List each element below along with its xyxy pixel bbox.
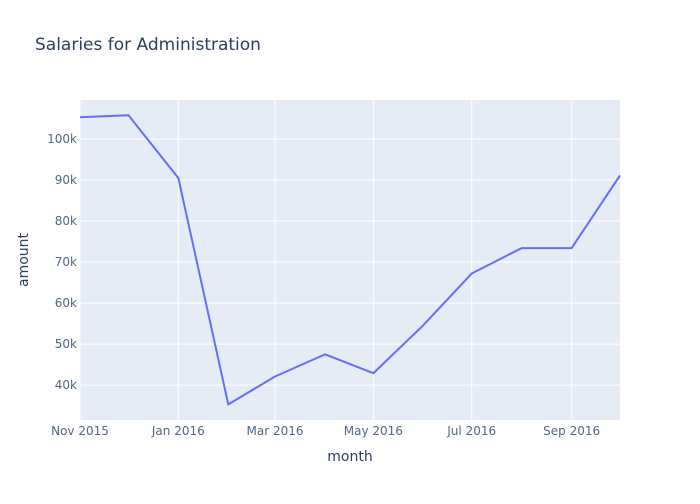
data-point [618,173,622,177]
data-point [78,115,82,119]
y-tick-label: 70k [55,255,77,269]
y-tick-label: 80k [55,214,77,228]
x-tick-label: Mar 2016 [247,424,304,438]
chart-root: Salaries for Administration 40k 50k 60k 70k… [0,0,700,500]
line-chart: Salaries for Administration 40k 50k 60k 70k… [16,35,622,465]
data-point [570,246,574,250]
x-tick-label: Sep 2016 [543,424,600,438]
data-point [323,352,327,356]
data-point [371,371,375,375]
y-tick-label: 40k [55,378,77,392]
x-tick-label: Jan 2016 [151,424,205,438]
plot-area [80,100,620,420]
y-axis-label: amount [16,232,32,287]
data-point [226,402,230,406]
x-tick-label: Jul 2016 [446,424,496,438]
data-point [176,176,180,180]
x-tick-labels: Nov 2015 Jan 2016 Mar 2016 May 2016 Jul 2016… [51,424,600,438]
x-axis-label: month [327,449,372,465]
y-tick-labels: 40k 50k 60k 70k 80k 90k 100k [47,132,77,392]
y-tick-label: 100k [47,132,77,146]
data-point [126,113,130,117]
data-point [520,246,524,250]
y-tick-label: 50k [55,337,77,351]
x-tick-label: May 2016 [344,424,403,438]
data-point [421,323,425,327]
y-tick-label: 60k [55,296,77,310]
data-point [470,272,474,276]
y-tick-label: 90k [55,173,77,187]
data-point [273,375,277,379]
chart-title: Salaries for Administration [35,35,261,55]
x-tick-label: Nov 2015 [51,424,109,438]
